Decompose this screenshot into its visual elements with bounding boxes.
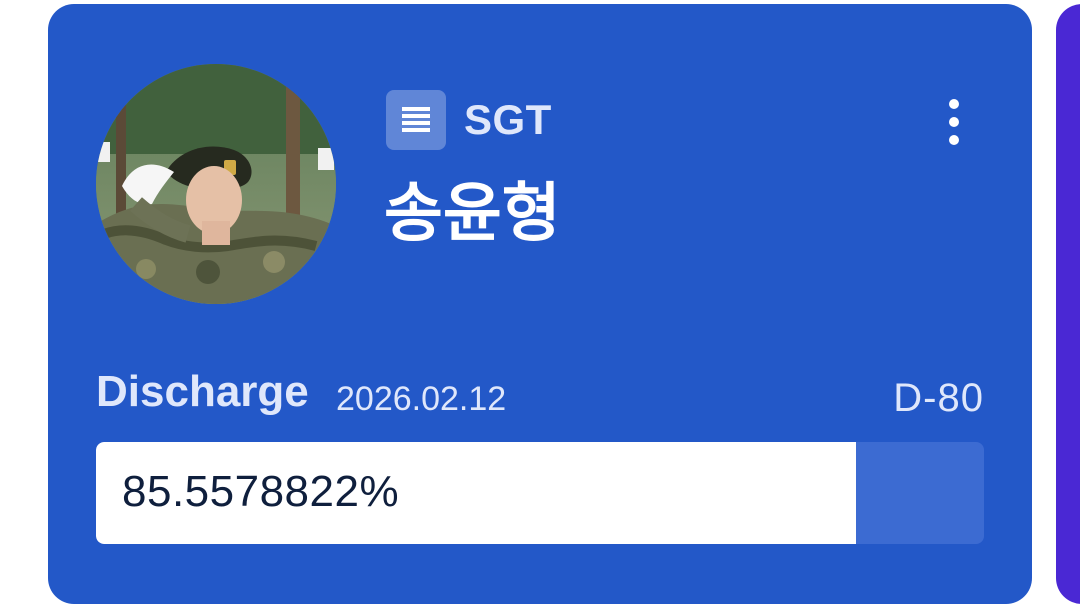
next-card-preview[interactable] [1056, 4, 1080, 604]
discharge-label: Discharge [96, 367, 309, 416]
rank-stripes-icon-svg [402, 107, 430, 132]
rank-row: SGT [386, 90, 552, 150]
avatar [96, 64, 336, 304]
discharge-progress-bar: 85.5578822% [96, 442, 984, 544]
d-day-countdown: D-80 [893, 376, 984, 420]
more-menu-button[interactable] [928, 90, 980, 154]
rank-label: SGT [464, 96, 552, 143]
avatar-photo [96, 64, 336, 304]
soldier-card[interactable]: SGT 송윤형 Discharge 2026.02.12 D-80 85.557… [48, 4, 1032, 604]
more-vertical-icon-dot [949, 117, 959, 127]
discharge-progress-text: 85.5578822% [122, 467, 400, 516]
screen: SGT 송윤형 Discharge 2026.02.12 D-80 85.557… [0, 0, 1080, 608]
discharge-date: 2026.02.12 [336, 380, 507, 418]
more-vertical-icon [949, 99, 959, 109]
rank-stripes-icon [386, 90, 446, 150]
soldier-name: 송윤형 [384, 177, 561, 251]
more-vertical-icon-dot [949, 135, 959, 145]
